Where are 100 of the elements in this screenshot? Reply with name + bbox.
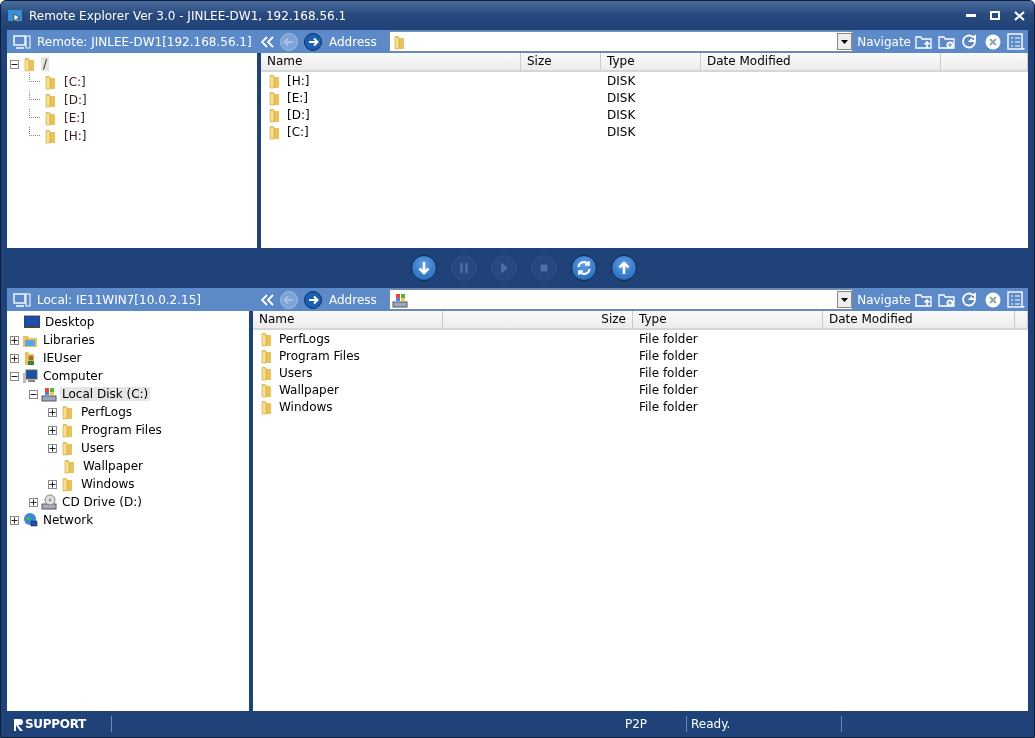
- computer-icon: [13, 33, 31, 50]
- file-name[interactable]: PerfLogs: [279, 331, 331, 346]
- expand-toggle[interactable]: [48, 407, 57, 417]
- tree-item[interactable]: [C:]: [62, 75, 88, 89]
- plus-icon: [49, 444, 56, 452]
- address-field[interactable]: [389, 289, 854, 310]
- tree-item[interactable]: Network: [41, 513, 96, 527]
- forward-button[interactable]: [301, 289, 325, 310]
- dropdown-button[interactable]: [837, 291, 853, 308]
- plus-icon: [11, 336, 18, 344]
- collapse-button[interactable]: [259, 293, 277, 306]
- close-icon: [1013, 10, 1025, 21]
- tree-item[interactable]: Libraries: [41, 333, 97, 347]
- navigate-label: Navigate: [857, 292, 911, 307]
- tree-item[interactable]: CD Drive (D:): [60, 495, 144, 509]
- upload-button[interactable]: [610, 255, 637, 281]
- pane-title: Remote: JINLEE-DW1[192.168.56.1]: [37, 34, 253, 49]
- tree-item[interactable]: [H:]: [62, 129, 89, 143]
- tree-item[interactable]: Computer: [41, 369, 105, 383]
- play-icon: [500, 262, 508, 274]
- status-text: Ready.: [686, 716, 841, 732]
- plus-icon: [49, 408, 56, 416]
- tree-item[interactable]: Desktop: [43, 315, 97, 329]
- file-type: DISK: [607, 124, 636, 139]
- close-icon: [984, 32, 1003, 51]
- drive-icon: [392, 291, 408, 308]
- file-name[interactable]: Wallpaper: [279, 382, 340, 397]
- column-header[interactable]: Type: [633, 311, 823, 328]
- collapse-toggle[interactable]: [10, 59, 19, 69]
- minimize-icon: [966, 13, 976, 18]
- download-button[interactable]: [410, 255, 437, 281]
- view-menu-icon: [1007, 32, 1026, 51]
- sync-icon: [576, 260, 591, 276]
- column-header[interactable]: Size: [521, 53, 601, 70]
- view-menu-icon: [1007, 290, 1026, 309]
- globe-icon: [22, 512, 38, 528]
- column-header[interactable]: Name: [253, 311, 443, 328]
- logo-mark-icon: [13, 717, 24, 731]
- file-name[interactable]: [H:]: [287, 73, 310, 88]
- tree-item[interactable]: Users: [79, 441, 117, 455]
- collapse-button[interactable]: [259, 35, 277, 48]
- double-chevron-icon: [261, 35, 275, 48]
- file-type: File folder: [639, 399, 698, 414]
- tree-item[interactable]: PerfLogs: [79, 405, 135, 419]
- sync-button[interactable]: [570, 255, 597, 281]
- forward-button[interactable]: [301, 31, 325, 52]
- file-name[interactable]: [C:]: [287, 124, 309, 139]
- file-type: File folder: [639, 382, 698, 397]
- expand-toggle[interactable]: [48, 425, 57, 435]
- tree-item[interactable]: [D:]: [62, 93, 89, 107]
- file-type: DISK: [607, 73, 636, 88]
- file-type: File folder: [639, 331, 698, 346]
- file-type: DISK: [607, 107, 636, 122]
- monitor-icon: [24, 314, 40, 330]
- column-header[interactable]: Date Modified: [823, 311, 1015, 328]
- tree-item[interactable]: Windows: [79, 477, 137, 491]
- collapse-toggle[interactable]: [29, 389, 38, 399]
- plus-icon: [11, 516, 18, 524]
- file-name[interactable]: [E:]: [287, 90, 308, 105]
- dropdown-button[interactable]: [837, 33, 853, 50]
- column-header[interactable]: Date Modified: [701, 53, 941, 70]
- expand-toggle[interactable]: [10, 515, 19, 525]
- computer-icon: [13, 291, 31, 308]
- upload-icon: [617, 261, 630, 276]
- collapse-toggle[interactable]: [10, 371, 19, 381]
- expand-toggle[interactable]: [48, 443, 57, 453]
- plus-icon: [49, 426, 56, 434]
- file-name[interactable]: [D:]: [287, 107, 310, 122]
- file-type: File folder: [639, 348, 698, 363]
- expand-toggle[interactable]: [10, 335, 19, 345]
- tree-item[interactable]: Local Disk (C:): [60, 387, 151, 401]
- tree-item[interactable]: /: [41, 57, 50, 71]
- maximize-icon: [990, 11, 1000, 20]
- file-name[interactable]: Users: [279, 365, 313, 380]
- tree-item[interactable]: Program Files: [79, 423, 164, 437]
- column-header[interactable]: Size: [443, 311, 633, 328]
- column-header[interactable]: Type: [601, 53, 701, 70]
- navigate-label: Navigate: [857, 34, 911, 49]
- file-name[interactable]: Windows: [279, 399, 333, 414]
- expand-toggle[interactable]: [10, 353, 19, 363]
- address-field[interactable]: [389, 31, 854, 52]
- caret-icon: [841, 297, 849, 302]
- expand-toggle[interactable]: [48, 479, 57, 489]
- view-menu-button[interactable]: [1005, 290, 1028, 309]
- column-header[interactable]: Name: [261, 53, 521, 70]
- address-label: Address: [329, 292, 378, 307]
- file-type: File folder: [639, 365, 698, 380]
- tree-item[interactable]: IEUser: [41, 351, 84, 365]
- expand-toggle[interactable]: [29, 497, 38, 507]
- file-type: DISK: [607, 90, 636, 105]
- tree-item[interactable]: Wallpaper: [81, 459, 146, 473]
- pause-icon: [459, 261, 468, 275]
- window-title: Remote Explorer Ver 3.0 - JINLEE-DW1, 192.168.56.1: [29, 8, 348, 23]
- cd-drive-icon: [41, 494, 57, 510]
- plus-icon: [49, 480, 56, 488]
- drive-icon: [41, 386, 57, 402]
- tree-item[interactable]: [E:]: [62, 111, 87, 125]
- view-menu-button[interactable]: [1005, 32, 1028, 51]
- stop-icon: [540, 264, 547, 272]
- file-name[interactable]: Program Files: [279, 348, 360, 363]
